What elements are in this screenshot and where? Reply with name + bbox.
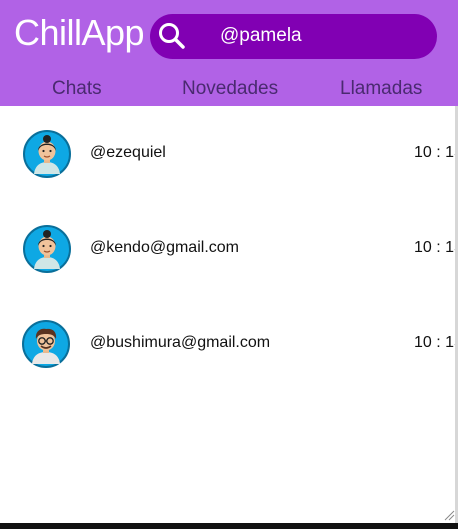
chat-time: 10 : 15: [414, 334, 458, 351]
woman-avatar-icon: [23, 225, 71, 273]
chat-time: 10 : 15: [414, 144, 458, 161]
search-bar[interactable]: [150, 14, 437, 59]
chat-row[interactable]: @bushimura@gmail.com 10 : 15: [0, 314, 458, 374]
resize-grip-icon[interactable]: [443, 509, 455, 521]
chat-name: @ezequiel: [90, 144, 166, 161]
tab-llamadas[interactable]: Llamadas: [340, 78, 422, 100]
app-title: ChillApp: [14, 12, 145, 53]
tab-chats[interactable]: Chats: [52, 78, 102, 100]
chat-row[interactable]: @kendo@gmail.com 10 : 15: [0, 219, 458, 279]
app-header: ChillApp Chats Novedades Llamadas: [0, 0, 458, 106]
man-glasses-avatar-icon: [22, 320, 70, 368]
bottom-border: [0, 523, 458, 529]
chat-name: @bushimura@gmail.com: [90, 334, 271, 351]
woman-avatar-icon: [23, 130, 71, 178]
search-input[interactable]: [220, 22, 420, 50]
tab-novedades[interactable]: Novedades: [182, 78, 278, 100]
chat-time: 10 : 15: [414, 239, 458, 256]
chat-name: @kendo@gmail.com: [90, 239, 239, 256]
chat-row[interactable]: @ezequiel 10 : 15: [0, 124, 458, 184]
search-icon[interactable]: [158, 22, 186, 50]
